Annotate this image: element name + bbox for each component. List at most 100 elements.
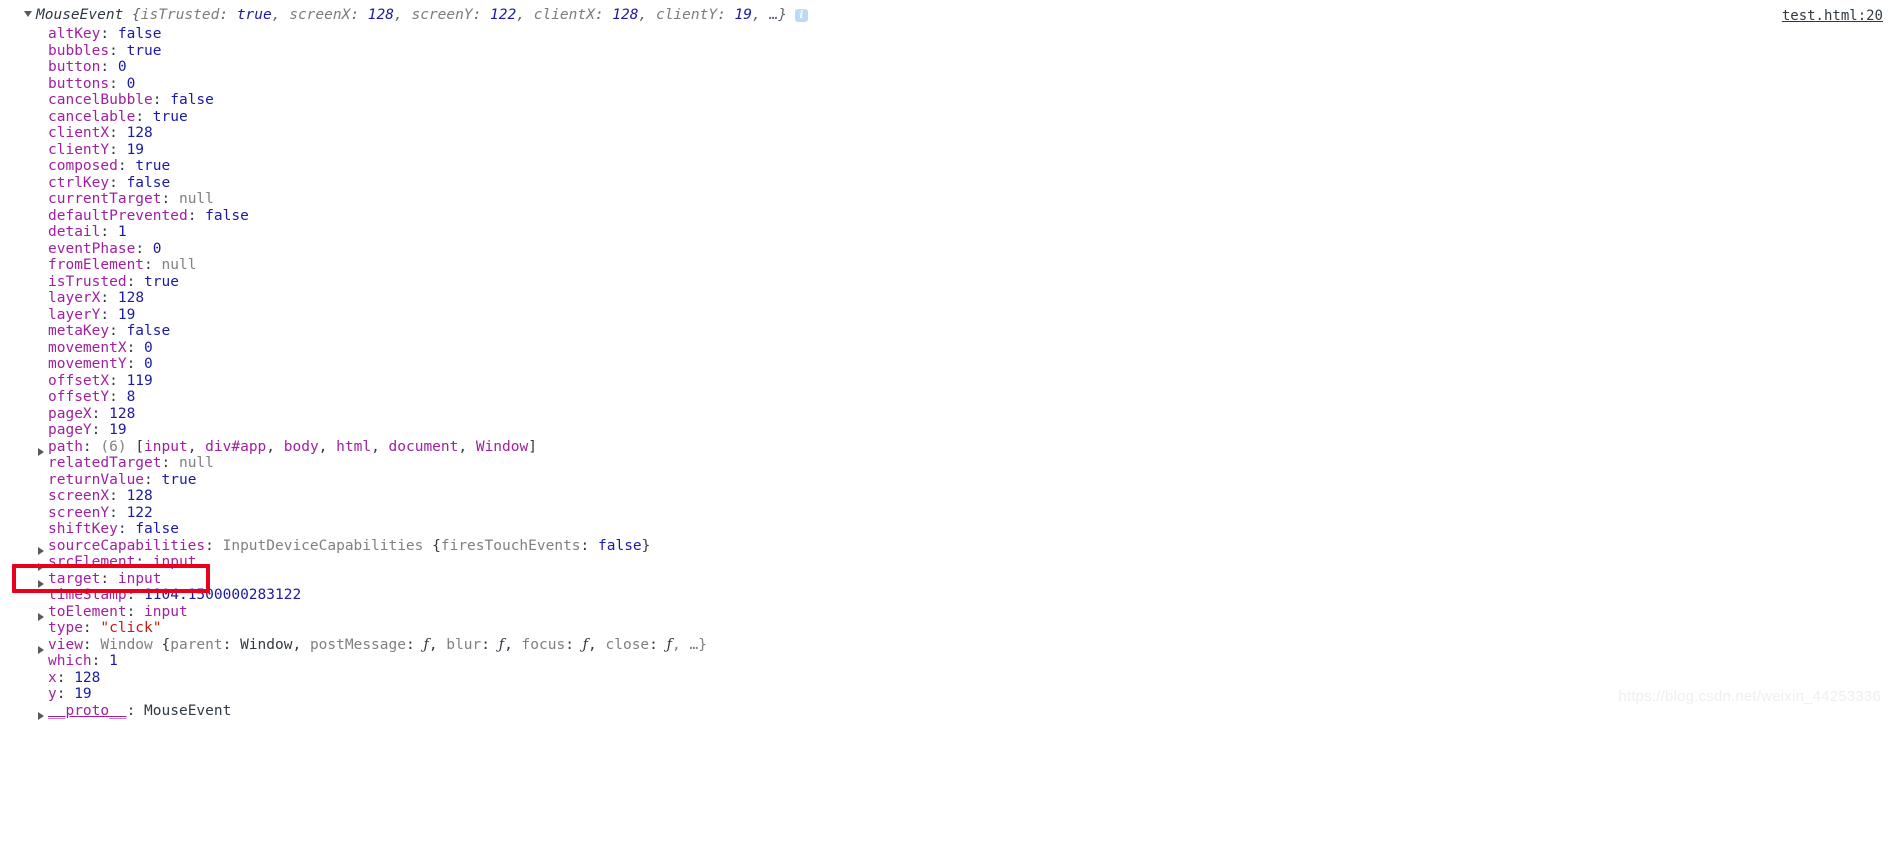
- property-name: eventPhase: [48, 240, 136, 257]
- property-row-proto[interactable]: __proto__: MouseEvent: [0, 703, 1895, 720]
- property-colon: :: [109, 42, 127, 59]
- preview-close-brace: , …}: [752, 6, 787, 23]
- array-item: input: [144, 438, 188, 455]
- array-item: html: [336, 438, 372, 455]
- property-row-y: y: 19: [0, 686, 1895, 703]
- property-row-view[interactable]: view: Window {parent: Window, postMessag…: [0, 637, 1895, 654]
- property-row-relatedTarget: relatedTarget: null: [0, 455, 1895, 472]
- property-row-path[interactable]: path: (6) [input, div#app, body, html, d…: [0, 439, 1895, 456]
- property-colon: :: [109, 75, 127, 92]
- property-colon: :: [144, 471, 162, 488]
- array-item: div#app: [205, 438, 267, 455]
- property-name: defaultPrevented: [48, 207, 188, 224]
- window-ctor-name: Window: [100, 636, 162, 653]
- info-icon[interactable]: i: [794, 9, 808, 23]
- property-colon: :: [126, 603, 145, 620]
- property-name: clientY: [48, 141, 110, 158]
- property-row-sourceCapabilities[interactable]: sourceCapabilities: InputDeviceCapabilit…: [0, 538, 1895, 555]
- property-colon: :: [117, 158, 136, 174]
- property-colon: :: [109, 488, 127, 504]
- preview-comma: ,: [516, 6, 534, 23]
- property-value: true: [152, 108, 188, 125]
- property-name: sourceCapabilities: [48, 537, 206, 554]
- property-row-x: x: 128: [0, 670, 1895, 687]
- property-value: 119: [126, 372, 153, 389]
- property-row-bubbles: bubbles: true: [0, 43, 1895, 60]
- window-ellipsis: , …}: [672, 636, 707, 653]
- preview-value: true: [236, 6, 272, 23]
- preview-value: 128: [612, 6, 639, 23]
- property-row-screenY: screenY: 122: [0, 505, 1895, 522]
- property-row-pageY: pageY: 19: [0, 422, 1895, 439]
- property-name: pageX: [48, 405, 92, 422]
- console-group-header[interactable]: MouseEvent {isTrusted: true, screenX: 12…: [0, 4, 1895, 26]
- property-value: null: [161, 257, 197, 273]
- window-field-colon: :: [481, 636, 499, 653]
- property-row-buttons: buttons: 0: [0, 76, 1895, 93]
- array-length: (6): [100, 438, 136, 455]
- property-row-cancelBubble: cancelBubble: false: [0, 92, 1895, 109]
- property-name: detail: [48, 224, 101, 240]
- property-colon: :: [126, 273, 145, 290]
- window-field-key: focus: [521, 636, 566, 653]
- property-value: input: [117, 570, 162, 587]
- preview-value: 19: [734, 6, 753, 23]
- property-row-composed: composed: true: [0, 158, 1895, 175]
- property-row-isTrusted: isTrusted: true: [0, 274, 1895, 291]
- window-open-brace: {: [161, 636, 171, 653]
- property-colon: :: [135, 240, 153, 257]
- property-value: 122: [126, 504, 153, 521]
- property-row-metaKey: metaKey: false: [0, 323, 1895, 340]
- object-field-colon: :: [580, 537, 599, 554]
- window-field-comma: ,: [428, 636, 447, 653]
- property-row-shiftKey: shiftKey: false: [0, 521, 1895, 538]
- preview-separator: :: [594, 6, 613, 23]
- property-value: 0: [126, 75, 136, 92]
- property-row-screenX: screenX: 128: [0, 488, 1895, 505]
- property-row-cancelable: cancelable: true: [0, 109, 1895, 126]
- property-colon: :: [82, 438, 101, 455]
- property-colon: :: [135, 554, 153, 570]
- property-value: null: [178, 455, 214, 471]
- property-colon: :: [100, 224, 118, 240]
- property-row-currentTarget: currentTarget: null: [0, 191, 1895, 208]
- chevron-right-icon[interactable]: [38, 708, 44, 725]
- property-name: returnValue: [48, 471, 145, 488]
- array-comma: ,: [266, 438, 284, 455]
- property-value: 8: [126, 389, 136, 405]
- property-colon: :: [135, 108, 153, 125]
- preview-value: 122: [490, 6, 517, 23]
- property-colon: :: [187, 207, 206, 224]
- property-row-target[interactable]: target: input: [0, 571, 1895, 588]
- property-name: shiftKey: [48, 521, 118, 537]
- property-name: fromElement: [48, 257, 145, 273]
- property-row-toElement[interactable]: toElement: input: [0, 604, 1895, 621]
- window-field-value: Window: [240, 636, 293, 653]
- object-constructor-name: MouseEvent: [36, 6, 124, 23]
- property-row-offsetX: offsetX: 119: [0, 373, 1895, 390]
- property-row-srcElement[interactable]: srcElement: input: [0, 554, 1895, 571]
- window-field-key: close: [605, 636, 650, 653]
- property-value: false: [126, 174, 171, 191]
- property-value: 19: [109, 422, 127, 438]
- property-row-layerX: layerX: 128: [0, 290, 1895, 307]
- property-value: true: [161, 471, 197, 488]
- window-field-key: blur: [446, 636, 482, 653]
- property-colon: :: [109, 174, 127, 191]
- property-colon: :: [109, 389, 127, 405]
- property-row-movementY: movementY: 0: [0, 356, 1895, 373]
- source-file-link[interactable]: test.html:20: [1782, 6, 1883, 27]
- property-name: composed: [48, 158, 118, 174]
- property-name: ctrlKey: [48, 174, 110, 191]
- preview-separator: :: [472, 6, 491, 23]
- preview-key: screenY: [411, 6, 473, 23]
- property-value: false: [126, 323, 171, 339]
- property-colon: :: [100, 306, 118, 323]
- object-preview-line: MouseEvent {isTrusted: true, screenX: 12…: [36, 5, 808, 26]
- property-name: offsetY: [48, 389, 110, 405]
- property-name: metaKey: [48, 323, 110, 339]
- chevron-down-icon[interactable]: [24, 11, 32, 17]
- window-field-comma: ,: [504, 636, 522, 653]
- property-name: relatedTarget: [48, 455, 162, 471]
- property-colon: :: [126, 702, 145, 719]
